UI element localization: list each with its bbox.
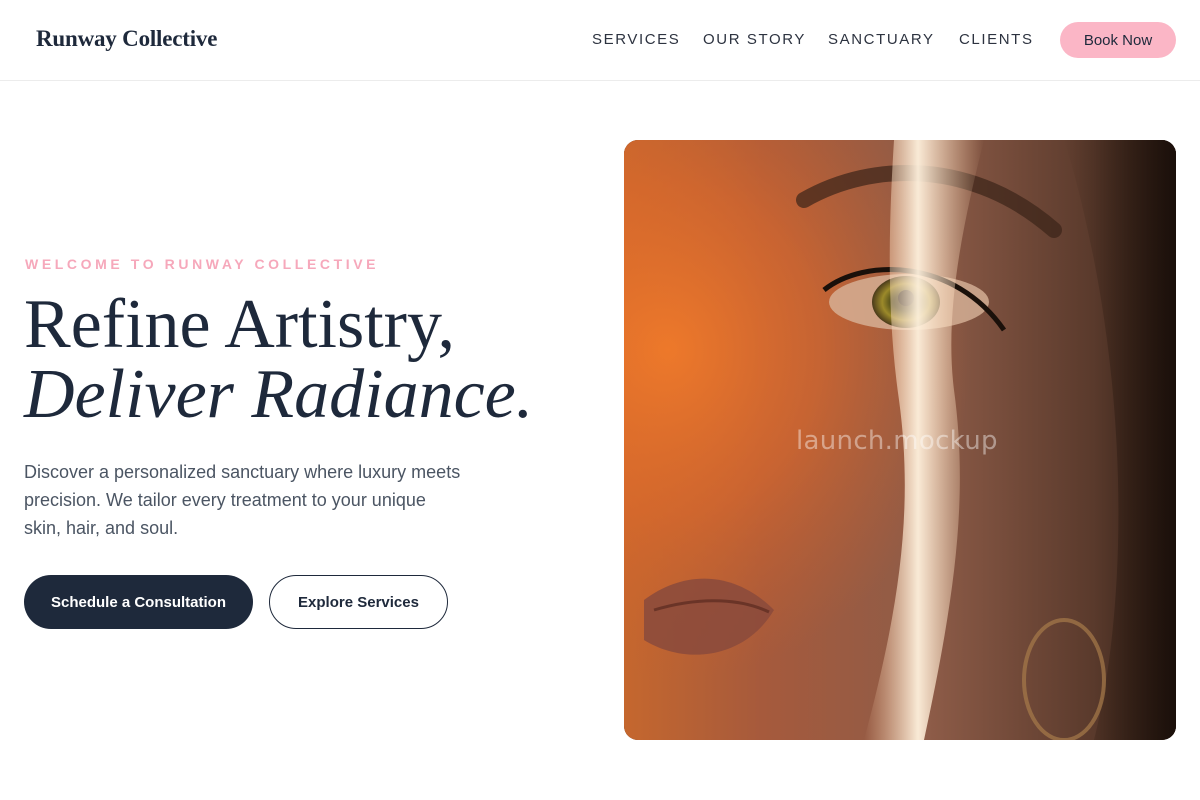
main-nav: SERVICES OUR STORY SANCTUARY CLIENTS — [0, 31, 1200, 51]
book-now-button[interactable]: Book Now — [1060, 22, 1176, 58]
hero-headline: Refine Artistry, Deliver Radiance. — [24, 290, 604, 430]
image-watermark: launch.mockup — [796, 426, 998, 456]
site-header: Runway Collective SERVICES OUR STORY SAN… — [0, 0, 1200, 81]
nav-item-sanctuary[interactable]: SANCTUARY — [828, 31, 935, 48]
schedule-consultation-button[interactable]: Schedule a Consultation — [24, 575, 253, 629]
nav-item-clients[interactable]: CLIENTS — [959, 31, 1034, 48]
hero-image: launch.mockup — [624, 140, 1176, 740]
hero-description: Discover a personalized sanctuary where … — [24, 462, 461, 538]
explore-services-button[interactable]: Explore Services — [269, 575, 448, 629]
nav-item-our-story[interactable]: OUR STORY — [703, 31, 806, 48]
headline-line-1: Refine Artistry, — [24, 286, 455, 363]
nav-item-services[interactable]: SERVICES — [592, 31, 680, 48]
headline-line-2: Deliver Radiance. — [24, 356, 534, 433]
hero-eyebrow: WELCOME TO RUNWAY COLLECTIVE — [25, 256, 380, 272]
